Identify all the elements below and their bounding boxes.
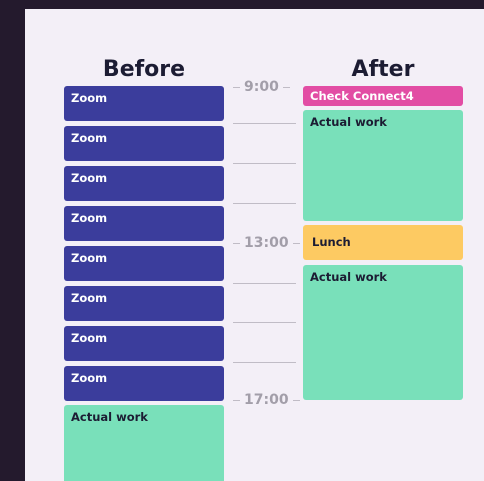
before-block-zoom-5: Zoom bbox=[64, 246, 224, 281]
time-marker-17: 17:00 bbox=[233, 391, 300, 409]
after-block-actual-work-1: Actual work bbox=[303, 110, 463, 221]
after-block-check-connect4: Check Connect4 bbox=[303, 86, 463, 106]
after-block-lunch: Lunch bbox=[303, 225, 463, 260]
before-block-zoom-4: Zoom bbox=[64, 206, 224, 241]
hour-line bbox=[233, 123, 296, 124]
before-block-zoom-1: Zoom bbox=[64, 86, 224, 121]
hour-line bbox=[233, 203, 296, 204]
before-block-zoom-7: Zoom bbox=[64, 326, 224, 361]
before-title: Before bbox=[102, 57, 186, 82]
before-block-zoom-3: Zoom bbox=[64, 166, 224, 201]
time-label-17: 17:00 bbox=[244, 392, 289, 408]
time-label-13: 13:00 bbox=[244, 235, 289, 251]
hour-line bbox=[233, 362, 296, 363]
after-title: After bbox=[351, 57, 415, 82]
hour-line bbox=[233, 322, 296, 323]
before-block-zoom-8: Zoom bbox=[64, 366, 224, 401]
before-block-zoom-2: Zoom bbox=[64, 126, 224, 161]
hour-line bbox=[233, 283, 296, 284]
schedule-comparison-card: Before After Zoom Zoom Zoom Zoom Zoom Zo… bbox=[25, 9, 484, 481]
time-label-9: 9:00 bbox=[244, 79, 279, 95]
after-block-actual-work-2: Actual work bbox=[303, 265, 463, 400]
time-marker-13: 13:00 bbox=[233, 234, 300, 252]
before-block-zoom-6: Zoom bbox=[64, 286, 224, 321]
before-block-actual-work: Actual work bbox=[64, 405, 224, 481]
hour-line bbox=[233, 163, 296, 164]
time-marker-9: 9:00 bbox=[233, 78, 296, 96]
